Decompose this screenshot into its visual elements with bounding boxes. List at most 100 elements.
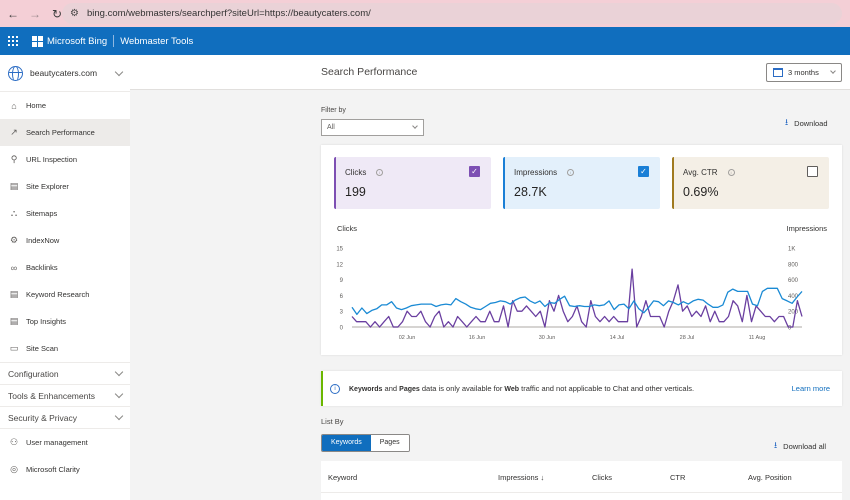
nav-icon: ⚇ (9, 437, 19, 447)
microsoft-logo-icon (32, 35, 43, 47)
nav-icon: ▤ (9, 181, 19, 191)
right-axis-tick-label: 600 (788, 278, 799, 284)
sidebar-item-label: Backlinks (26, 263, 58, 272)
product-name[interactable]: Webmaster Tools (120, 36, 193, 47)
nav-icon: ∞ (10, 262, 18, 273)
site-selector[interactable]: beautycaters.com (0, 55, 130, 92)
header-divider (321, 492, 842, 493)
nav-icon: ◎ (10, 464, 18, 474)
page-title: Search Performance (321, 66, 418, 78)
period-value: 3 months (788, 68, 819, 77)
sidebar-item-search-performance[interactable]: ↗ Search Performance (0, 119, 130, 146)
left-axis-tick-label: 6 (340, 294, 344, 300)
x-axis-tick-label: 30 Jun (539, 335, 556, 341)
x-axis-tick-label: 28 Jul (680, 335, 695, 341)
chevron-down-icon (830, 68, 836, 74)
tab-pages[interactable]: Pages (370, 435, 409, 451)
nav-icon: ↗ (10, 127, 18, 137)
filter-dropdown[interactable]: All (321, 119, 424, 136)
right-axis-tick-label: 1K (788, 247, 795, 253)
app-launcher-icon[interactable] (8, 36, 18, 46)
nav-icon: ⛬ (10, 208, 18, 218)
x-axis-tick-label: 02 Jun (399, 335, 416, 341)
banner-text: Keywords and Pages data is only availabl… (349, 384, 695, 393)
sidebar-item-backlinks[interactable]: ∞ Backlinks (0, 254, 130, 281)
sidebar-item-label: Microsoft Clarity (26, 465, 80, 474)
chevron-down-icon (412, 123, 418, 129)
site-name: beautycaters.com (30, 68, 98, 78)
sidebar-item-url-inspection[interactable]: ⚲ URL Inspection (0, 146, 130, 173)
right-axis-tick-label: 200 (788, 310, 799, 316)
list-by-toggle: Keywords Pages (321, 434, 410, 452)
nav-icon: ▤ (9, 289, 19, 299)
column-header-keyword[interactable]: Keyword (328, 473, 357, 482)
left-axis-title: Clicks (337, 224, 357, 233)
sidebar-item-user-management[interactable]: ⚇ User management (0, 429, 130, 456)
app-header: Microsoft Bing Webmaster Tools (0, 27, 850, 55)
sidebar-section-security-privacy[interactable]: Security & Privacy (0, 406, 130, 428)
x-axis-tick-label: 14 Jul (610, 335, 625, 341)
sidebar-section-tools-enhancements[interactable]: Tools & Enhancements (0, 384, 130, 406)
info-banner: i Keywords and Pages data is only availa… (321, 371, 842, 406)
brand-name[interactable]: Microsoft Bing (47, 36, 107, 47)
chevron-down-icon (114, 67, 124, 76)
section-label: Configuration (8, 368, 59, 379)
download-all-label: Download all (783, 441, 827, 451)
keywords-table: Keyword Impressions ↓ Clicks CTR Avg. Po… (321, 461, 842, 500)
forward-button[interactable]: → (24, 7, 46, 21)
sidebar-item-label: User management (26, 438, 88, 447)
sidebar-item-microsoft-clarity[interactable]: ◎ Microsoft Clarity (0, 456, 130, 483)
filter-value: All (327, 124, 335, 131)
performance-panel: Clicks i 199 ✓ Impressions i 28.7K ✓ Avg. CTR i 0.… (321, 145, 842, 355)
sidebar-item-label: Top Insights (26, 317, 67, 326)
sidebar-item-home[interactable]: ⌂ Home (0, 92, 130, 119)
sidebar-item-site-scan[interactable]: ▭ Site Scan (0, 335, 130, 362)
period-dropdown[interactable]: 3 months (766, 63, 842, 82)
sidebar-item-label: Search Performance (26, 128, 95, 137)
globe-icon (8, 65, 23, 81)
calendar-icon (773, 68, 783, 77)
column-header-avg-position[interactable]: Avg. Position (748, 473, 792, 482)
url-text[interactable]: bing.com/webmasters/searchperf?siteUrl=h… (87, 8, 371, 19)
back-button[interactable]: ← (2, 7, 24, 21)
sidebar-item-sitemaps[interactable]: ⛬ Sitemaps (0, 200, 130, 227)
section-label: Tools & Enhancements (8, 390, 95, 401)
column-header-ctr[interactable]: CTR (670, 473, 685, 482)
sidebar-item-indexnow[interactable]: ⚙ IndexNow (0, 227, 130, 254)
column-header-clicks[interactable]: Clicks (592, 473, 612, 482)
column-header-impressions[interactable]: Impressions ↓ (498, 473, 544, 482)
nav-icon: ▤ (9, 316, 19, 326)
sidebar-item-label: Site Scan (26, 344, 59, 353)
info-icon: i (330, 383, 340, 394)
x-axis-tick-label: 11 Aug (749, 335, 766, 341)
performance-chart: Clicks Impressions 036912150200400600800… (336, 224, 828, 341)
section-label: Security & Privacy (8, 412, 77, 423)
address-bar[interactable]: ⚙ bing.com/webmasters/searchperf?siteUrl… (62, 3, 842, 24)
left-axis-tick-label: 15 (336, 247, 343, 253)
sidebar-item-label: Home (26, 101, 47, 110)
page-header: Search Performance 3 months (130, 55, 850, 90)
sidebar-item-label: URL Inspection (26, 155, 77, 164)
tab-keywords[interactable]: Keywords (322, 435, 371, 451)
download-all-button[interactable]: ⭳ Download all (774, 438, 826, 454)
filter-label: Filter by (321, 107, 346, 114)
download-button[interactable]: ⭳ Download (785, 115, 828, 131)
divider (113, 35, 115, 47)
download-icon: ⭳ (785, 117, 789, 127)
left-axis-tick-label: 12 (336, 262, 343, 268)
sidebar-item-site-explorer[interactable]: ▤ Site Explorer (0, 173, 130, 200)
nav-icon: ⌂ (11, 100, 17, 111)
right-axis-title: Impressions (787, 224, 828, 233)
sidebar-section-configuration[interactable]: Configuration (0, 362, 130, 384)
site-settings-icon[interactable]: ⚙ (70, 8, 79, 19)
chevron-down-icon (114, 411, 124, 421)
learn-more-link[interactable]: Learn more (792, 384, 830, 393)
nav-icon: ⚙ (9, 235, 19, 245)
sidebar-item-label: Keyword Research (26, 290, 90, 299)
left-axis-tick-label: 0 (340, 326, 344, 332)
series-line-clicks (351, 268, 803, 328)
sidebar-item-keyword-research[interactable]: ▤ Keyword Research (0, 281, 130, 308)
download-icon: ⭳ (774, 440, 778, 450)
sidebar-item-top-insights[interactable]: ▤ Top Insights (0, 308, 130, 335)
browser-toolbar: ← → ↻ ⚙ bing.com/webmasters/searchperf?s… (0, 0, 850, 27)
